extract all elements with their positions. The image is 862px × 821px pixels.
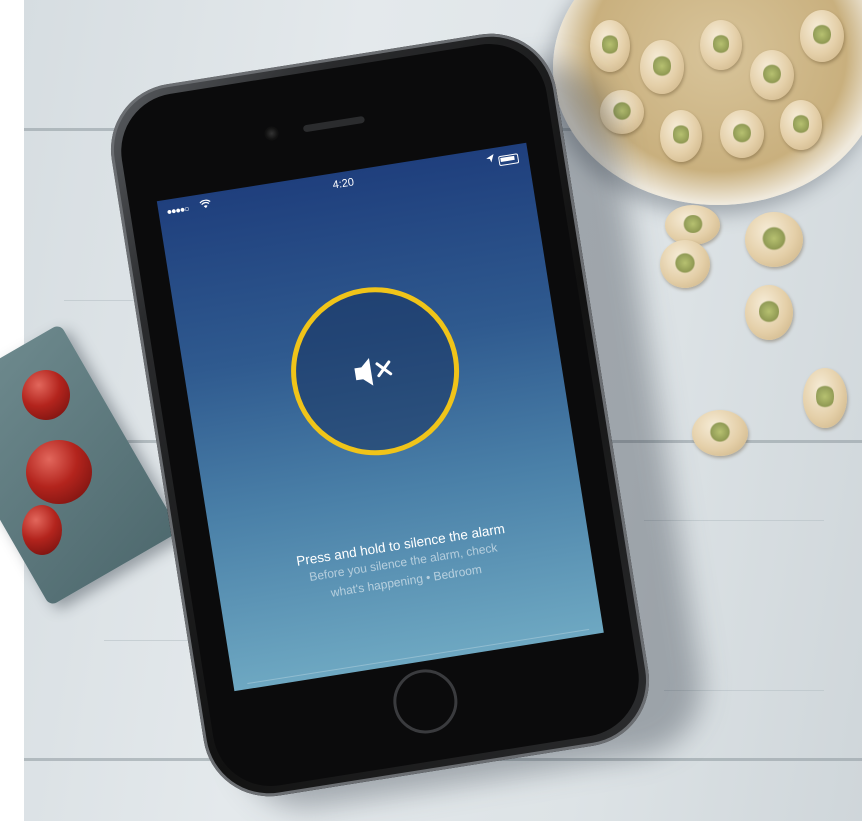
home-button[interactable] <box>388 664 462 739</box>
earpiece-speaker <box>302 115 366 133</box>
pistachio <box>700 20 742 70</box>
location-arrow-icon <box>486 154 496 166</box>
pistachio <box>800 10 844 62</box>
status-time: 4:20 <box>331 176 355 192</box>
pistachio <box>745 285 793 340</box>
pistachio <box>590 20 630 72</box>
cherry <box>22 370 70 420</box>
phone-screen: ●●●●○ 4:20 Press and hold to silence the… <box>156 142 604 692</box>
pistachio <box>720 110 764 158</box>
cherry <box>26 440 92 504</box>
speaker-mute-icon <box>342 347 408 396</box>
photo-scene: ●●●●○ 4:20 Press and hold to silence the… <box>0 0 862 821</box>
pistachio <box>745 212 803 267</box>
cherry <box>22 505 62 555</box>
pistachio <box>780 100 822 150</box>
battery-icon <box>497 153 520 167</box>
pistachio <box>692 410 748 456</box>
pistachio <box>665 205 720 245</box>
pistachio <box>660 240 710 288</box>
silence-alarm-button[interactable] <box>278 275 472 468</box>
pistachio <box>640 40 684 94</box>
front-camera <box>263 125 280 142</box>
pistachio <box>803 368 847 428</box>
alarm-message: Press and hold to silence the alarm Befo… <box>215 508 593 619</box>
status-bar: ●●●●○ 4:20 <box>166 150 522 220</box>
pistachio <box>660 110 702 162</box>
pistachio <box>750 50 794 100</box>
